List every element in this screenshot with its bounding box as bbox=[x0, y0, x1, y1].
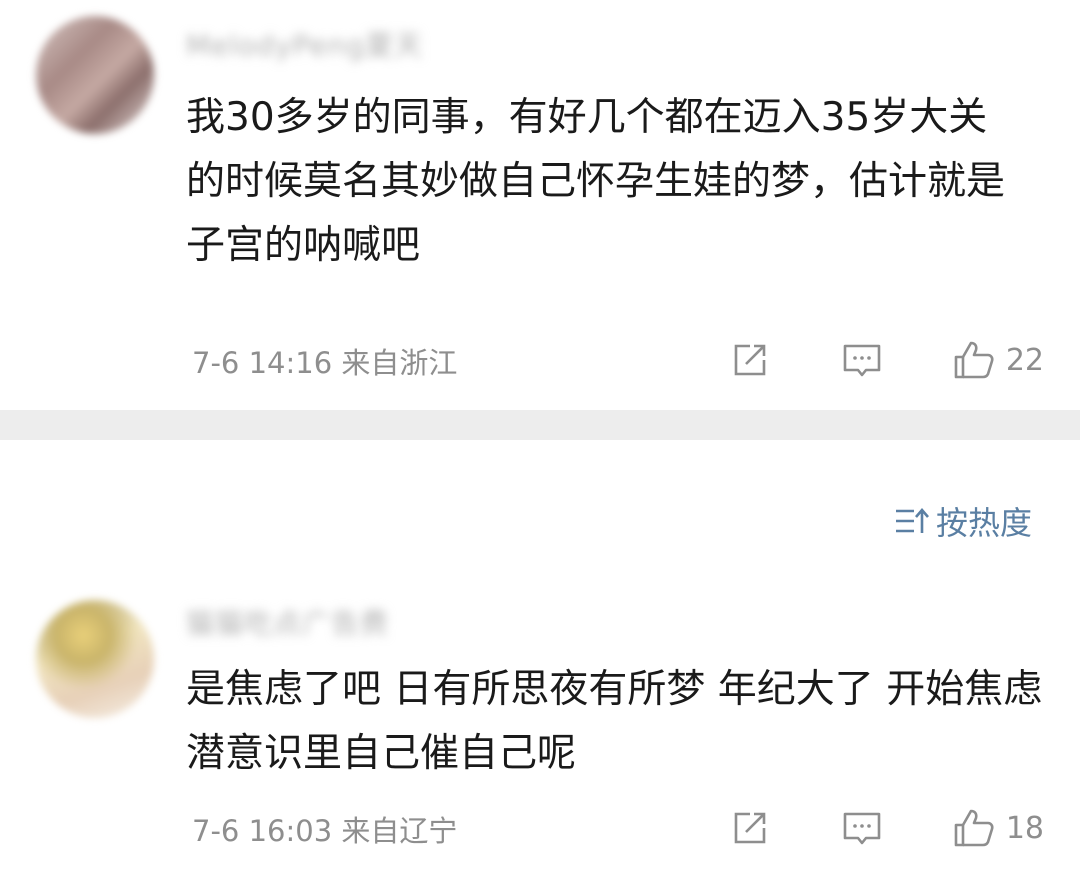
like-button[interactable]: 22 bbox=[952, 338, 1044, 382]
comment-item: 猫猫吃点广告费 是焦虑了吧 日有所思夜有所梦 年纪大了 开始焦虑 潜意识里自己催… bbox=[0, 590, 1080, 875]
like-count: 18 bbox=[1005, 810, 1044, 846]
comment-actions: 18 bbox=[728, 806, 1044, 850]
comment-meta: 7-6 14:16 来自浙江 bbox=[192, 340, 457, 382]
avatar[interactable] bbox=[36, 600, 154, 718]
comment-time: 7-6 14:16 bbox=[192, 346, 333, 380]
comment-text: 我30多岁的同事，有好几个都在迈入35岁大关的时候莫名其妙做自己怀孕生娃的梦，估… bbox=[186, 95, 1006, 268]
section-divider bbox=[0, 410, 1080, 440]
thumbs-up-icon bbox=[954, 341, 994, 379]
comment-icon[interactable] bbox=[840, 338, 884, 382]
share-icon[interactable] bbox=[728, 338, 772, 382]
thumbs-up-icon bbox=[954, 809, 994, 847]
comment-item: MelodyPeng夏天 我30多岁的同事，有好几个都在迈入35岁大关的时候莫名… bbox=[0, 0, 1080, 410]
share-icon[interactable] bbox=[728, 806, 772, 850]
like-button[interactable]: 18 bbox=[952, 806, 1044, 850]
comment-actions: 22 bbox=[728, 338, 1044, 382]
comment-location: 来自浙江 bbox=[341, 346, 458, 380]
comment-time: 7-6 16:03 bbox=[192, 814, 333, 848]
avatar[interactable] bbox=[36, 16, 154, 134]
comment-location: 来自辽宁 bbox=[341, 814, 458, 848]
like-count: 22 bbox=[1005, 342, 1044, 378]
username[interactable]: MelodyPeng夏天 bbox=[186, 30, 486, 62]
sort-toggle[interactable]: 按热度 bbox=[894, 498, 1032, 544]
comment-text: 是焦虑了吧 日有所思夜有所梦 年纪大了 开始焦虑 潜意识里自己催自己呢 bbox=[186, 667, 1043, 776]
sort-icon bbox=[895, 508, 929, 533]
username[interactable]: 猫猫吃点广告费 bbox=[186, 608, 466, 640]
comment-meta: 7-6 16:03 来自辽宁 bbox=[192, 808, 457, 850]
comment-icon[interactable] bbox=[840, 806, 884, 850]
sort-label: 按热度 bbox=[935, 504, 1032, 542]
